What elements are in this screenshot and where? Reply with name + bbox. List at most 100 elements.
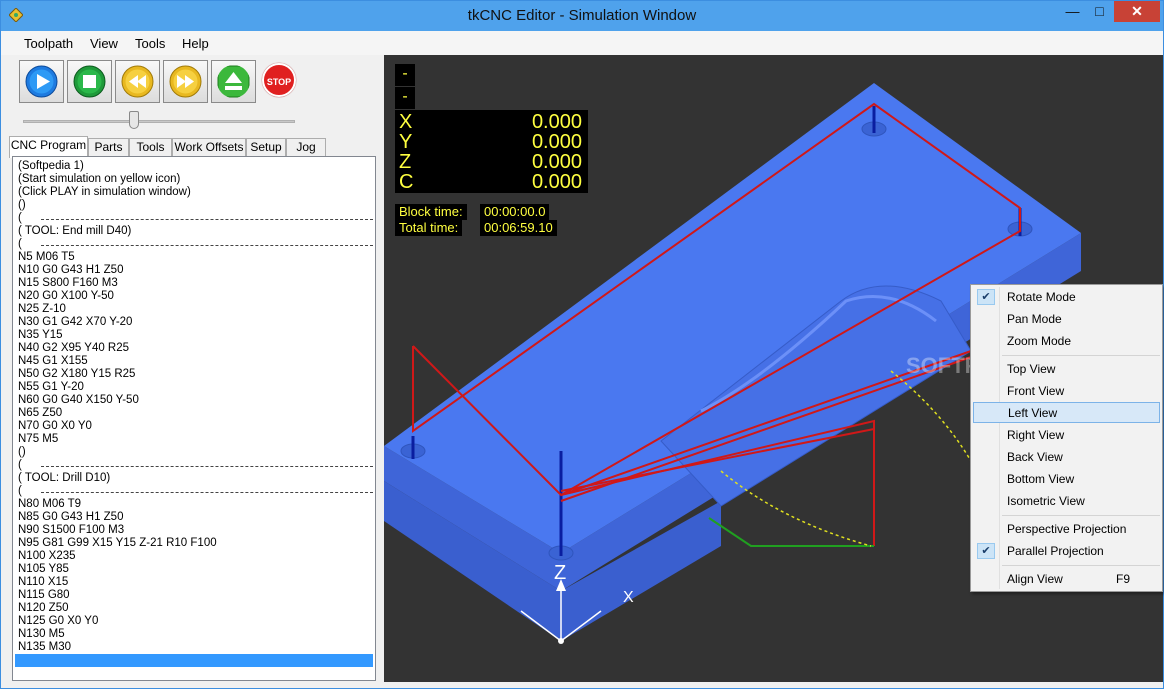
- program-line[interactable]: N60 G0 G40 X150 Y-50: [18, 394, 139, 407]
- fast-forward-icon: [169, 65, 202, 98]
- close-button[interactable]: ✕: [1114, 1, 1160, 22]
- menu-parallel-projection[interactable]: ✔ Parallel Projection: [973, 541, 1160, 562]
- program-line[interactable]: N85 G0 G43 H1 Z50: [18, 511, 123, 524]
- menu-rotate-mode[interactable]: ✔ Rotate Mode: [973, 287, 1160, 308]
- cnc-program-editor[interactable]: (Softpedia 1) (Start simulation on yellow…: [12, 156, 376, 681]
- tab-cnc-program[interactable]: CNC Program: [9, 136, 88, 158]
- dro-axis-label: Y: [399, 131, 413, 153]
- program-line[interactable]: N50 G2 X180 Y15 R25: [18, 368, 135, 381]
- program-line[interactable]: N15 S800 F160 M3: [18, 277, 118, 290]
- menu-top-view[interactable]: Top View: [973, 359, 1160, 380]
- menu-separator: [1002, 355, 1160, 356]
- program-line[interactable]: (Softpedia 1): [18, 160, 84, 173]
- comment-divider: [41, 219, 373, 220]
- program-line[interactable]: (Click PLAY in simulation window): [18, 186, 191, 199]
- speed-slider-track[interactable]: [23, 120, 295, 123]
- menu-view[interactable]: View: [90, 36, 118, 51]
- program-line[interactable]: N100 X235: [18, 550, 76, 563]
- menu-left-view[interactable]: Left View: [973, 402, 1160, 423]
- rewind-button[interactable]: [115, 60, 160, 103]
- program-line[interactable]: (: [18, 238, 22, 251]
- menu-isometric-view[interactable]: Isometric View: [973, 491, 1160, 512]
- program-line[interactable]: (): [18, 199, 26, 212]
- axis-x-label: X: [623, 589, 634, 606]
- program-line[interactable]: N75 M5: [18, 433, 58, 446]
- program-line[interactable]: N5 M06 T5: [18, 251, 75, 264]
- menu-back-view[interactable]: Back View: [973, 447, 1160, 468]
- program-line[interactable]: (Start simulation on yellow icon): [18, 173, 180, 186]
- program-line[interactable]: N30 G1 G42 X70 Y-20: [18, 316, 132, 329]
- title-bar[interactable]: tkCNC Editor - Simulation Window — □ ✕: [1, 1, 1163, 31]
- eject-button[interactable]: [211, 60, 256, 103]
- menu-bottom-view[interactable]: Bottom View: [973, 469, 1160, 490]
- comment-divider: [41, 492, 373, 493]
- program-line[interactable]: (: [18, 459, 22, 472]
- program-line[interactable]: N70 G0 X0 Y0: [18, 420, 92, 433]
- comment-divider: [41, 245, 373, 246]
- program-line[interactable]: ( TOOL: End mill D40): [18, 225, 131, 238]
- program-line[interactable]: N10 G0 G43 H1 Z50: [18, 264, 123, 277]
- dro-row-y: Y 0.000: [399, 132, 585, 152]
- menu-help[interactable]: Help: [182, 36, 209, 51]
- program-line[interactable]: N20 G0 X100 Y-50: [18, 290, 114, 303]
- dro-status-1: -: [395, 64, 415, 86]
- tab-tools[interactable]: Tools: [129, 138, 172, 157]
- program-line[interactable]: N120 Z50: [18, 602, 69, 615]
- minimize-button[interactable]: —: [1059, 1, 1086, 22]
- menu-front-view[interactable]: Front View: [973, 381, 1160, 402]
- program-line[interactable]: N115 G80: [18, 589, 70, 602]
- dro-axis-value: 0.000: [531, 171, 582, 193]
- menu-toolpath[interactable]: Toolpath: [24, 36, 73, 51]
- block-time-label: Block time:: [395, 204, 467, 220]
- program-line[interactable]: N40 G2 X95 Y40 R25: [18, 342, 129, 355]
- program-line[interactable]: N95 G81 G99 X15 Y15 Z-21 R10 F100: [18, 537, 217, 550]
- stop-simulation-button[interactable]: [67, 60, 112, 103]
- tab-setup[interactable]: Setup: [246, 138, 286, 157]
- selected-line[interactable]: [15, 654, 373, 667]
- play-button[interactable]: [19, 60, 64, 103]
- tab-parts[interactable]: Parts: [88, 138, 129, 157]
- maximize-button[interactable]: □: [1086, 1, 1113, 22]
- menu-tools[interactable]: Tools: [135, 36, 165, 51]
- program-line[interactable]: N80 M06 T9: [18, 498, 81, 511]
- program-line[interactable]: N130 M5: [18, 628, 65, 641]
- tab-work-offsets[interactable]: Work Offsets: [172, 138, 246, 157]
- eject-icon: [217, 65, 250, 98]
- program-line[interactable]: ( TOOL: Drill D10): [18, 472, 110, 485]
- dro-row-z: Z 0.000: [399, 152, 585, 172]
- total-time-label: Total time:: [395, 220, 463, 236]
- program-line[interactable]: N25 Z-10: [18, 303, 66, 316]
- menu-separator: [1002, 515, 1160, 516]
- program-line[interactable]: N125 G0 X0 Y0: [18, 615, 98, 628]
- view-context-menu: ✔ Rotate Mode Pan Mode Zoom Mode Top Vie…: [970, 284, 1163, 592]
- program-line[interactable]: (: [18, 485, 22, 498]
- program-line[interactable]: (): [18, 446, 26, 459]
- fast-forward-button[interactable]: [163, 60, 208, 103]
- menu-zoom-mode[interactable]: Zoom Mode: [973, 331, 1160, 352]
- dro-axis-value: 0.000: [531, 111, 582, 133]
- program-line[interactable]: N90 S1500 F100 M3: [18, 524, 124, 537]
- program-line[interactable]: N45 G1 X155: [18, 355, 88, 368]
- program-line[interactable]: N65 Z50: [18, 407, 62, 420]
- program-line[interactable]: N35 Y15: [18, 329, 63, 342]
- menu-perspective-projection[interactable]: Perspective Projection: [973, 519, 1160, 540]
- dro-axis-label: X: [399, 111, 413, 133]
- menu-align-view[interactable]: Align View F9: [973, 569, 1160, 590]
- dro-row-x: X 0.000: [399, 112, 585, 132]
- program-line[interactable]: N55 G1 Y-20: [18, 381, 84, 394]
- emergency-stop-button[interactable]: STOP: [262, 63, 296, 97]
- menu-pan-mode[interactable]: Pan Mode: [973, 309, 1160, 330]
- shortcut-label: F9: [1115, 572, 1130, 586]
- play-icon: [25, 65, 58, 98]
- program-line[interactable]: N110 X15: [18, 576, 68, 589]
- window-title: tkCNC Editor - Simulation Window: [467, 7, 697, 24]
- program-line[interactable]: (: [18, 212, 22, 225]
- speed-slider-thumb[interactable]: [129, 111, 139, 129]
- total-time-value: 00:06:59.10: [480, 220, 557, 236]
- program-line[interactable]: N135 M30: [18, 641, 71, 654]
- tab-jog[interactable]: Jog: [286, 138, 326, 157]
- dro-axis-value: 0.000: [531, 131, 582, 153]
- dro-axis-label: Z: [399, 151, 412, 173]
- program-line[interactable]: N105 Y85: [18, 563, 69, 576]
- menu-right-view[interactable]: Right View: [973, 425, 1160, 446]
